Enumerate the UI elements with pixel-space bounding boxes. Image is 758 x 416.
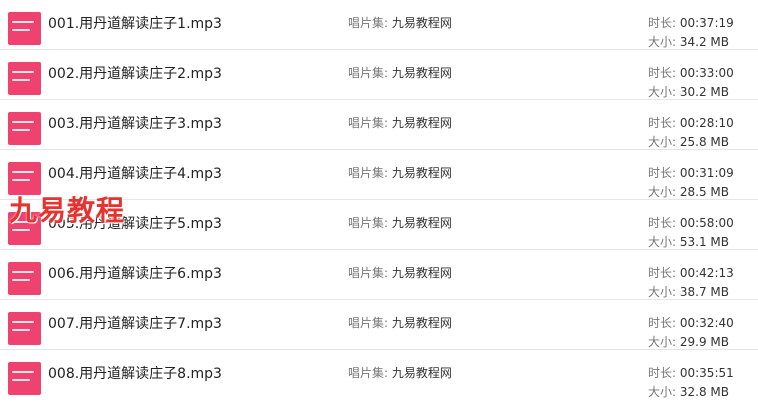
- track-duration: 时长: 00:28:10: [648, 114, 734, 131]
- duration-value: 00:37:19: [679, 16, 734, 30]
- album-value: 九易教程网: [391, 16, 452, 30]
- track-duration: 时长: 00:31:09: [648, 164, 734, 181]
- album-value: 九易教程网: [391, 116, 452, 130]
- duration-label: 时长:: [648, 66, 680, 80]
- track-row[interactable]: 001.用丹道解读庄子1.mp3 唱片集: 九易教程网 时长: 00:37:19…: [0, 0, 758, 50]
- duration-value: 00:33:00: [679, 66, 734, 80]
- size-label: 大小:: [648, 185, 680, 199]
- size-value: 29.9 MB: [679, 335, 729, 349]
- size-value: 28.5 MB: [679, 185, 729, 199]
- album-value: 九易教程网: [391, 366, 452, 380]
- track-album: 唱片集: 九易教程网: [348, 114, 452, 131]
- track-size: 大小: 29.9 MB: [648, 333, 729, 350]
- track-row[interactable]: 006.用丹道解读庄子6.mp3 唱片集: 九易教程网 时长: 00:42:13…: [0, 250, 758, 300]
- album-label: 唱片集:: [348, 266, 392, 280]
- size-label: 大小:: [648, 135, 680, 149]
- track-album: 唱片集: 九易教程网: [348, 14, 452, 31]
- track-row[interactable]: 002.用丹道解读庄子2.mp3 唱片集: 九易教程网 时长: 00:33:00…: [0, 50, 758, 100]
- track-title[interactable]: 001.用丹道解读庄子1.mp3: [48, 13, 222, 33]
- duration-value: 00:31:09: [679, 166, 734, 180]
- track-album: 唱片集: 九易教程网: [348, 264, 452, 281]
- album-label: 唱片集:: [348, 116, 392, 130]
- track-duration: 时长: 00:32:40: [648, 314, 734, 331]
- album-label: 唱片集:: [348, 66, 392, 80]
- size-label: 大小:: [648, 335, 680, 349]
- track-title[interactable]: 007.用丹道解读庄子7.mp3: [48, 313, 222, 333]
- duration-label: 时长:: [648, 166, 680, 180]
- duration-value: 00:35:51: [679, 366, 734, 380]
- album-label: 唱片集:: [348, 216, 392, 230]
- album-art-thumbnail: [8, 312, 41, 345]
- album-value: 九易教程网: [391, 316, 452, 330]
- track-title[interactable]: 006.用丹道解读庄子6.mp3: [48, 263, 222, 283]
- duration-label: 时长:: [648, 266, 680, 280]
- album-label: 唱片集:: [348, 366, 392, 380]
- duration-value: 00:28:10: [679, 116, 734, 130]
- duration-label: 时长:: [648, 116, 680, 130]
- track-duration: 时长: 00:37:19: [648, 14, 734, 31]
- track-size: 大小: 32.8 MB: [648, 383, 729, 400]
- track-album: 唱片集: 九易教程网: [348, 164, 452, 181]
- track-row[interactable]: 003.用丹道解读庄子3.mp3 唱片集: 九易教程网 时长: 00:28:10…: [0, 100, 758, 150]
- size-label: 大小:: [648, 385, 680, 399]
- album-art-thumbnail: [8, 362, 41, 395]
- size-label: 大小:: [648, 235, 680, 249]
- size-label: 大小:: [648, 85, 680, 99]
- track-title[interactable]: 004.用丹道解读庄子4.mp3: [48, 163, 222, 183]
- track-row[interactable]: 008.用丹道解读庄子8.mp3 唱片集: 九易教程网 时长: 00:35:51…: [0, 350, 758, 416]
- album-value: 九易教程网: [391, 66, 452, 80]
- size-label: 大小:: [648, 285, 680, 299]
- size-value: 30.2 MB: [679, 85, 729, 99]
- track-size: 大小: 34.2 MB: [648, 33, 729, 50]
- track-size: 大小: 25.8 MB: [648, 133, 729, 150]
- track-row[interactable]: 007.用丹道解读庄子7.mp3 唱片集: 九易教程网 时长: 00:32:40…: [0, 300, 758, 350]
- track-title[interactable]: 003.用丹道解读庄子3.mp3: [48, 113, 222, 133]
- track-album: 唱片集: 九易教程网: [348, 364, 452, 381]
- duration-label: 时长:: [648, 366, 680, 380]
- track-album: 唱片集: 九易教程网: [348, 214, 452, 231]
- size-value: 32.8 MB: [679, 385, 729, 399]
- duration-label: 时长:: [648, 16, 680, 30]
- album-value: 九易教程网: [391, 166, 452, 180]
- track-size: 大小: 53.1 MB: [648, 233, 729, 250]
- track-album: 唱片集: 九易教程网: [348, 64, 452, 81]
- size-value: 38.7 MB: [679, 285, 729, 299]
- album-art-thumbnail: [8, 12, 41, 45]
- track-title[interactable]: 002.用丹道解读庄子2.mp3: [48, 63, 222, 83]
- album-label: 唱片集:: [348, 166, 392, 180]
- size-value: 25.8 MB: [679, 135, 729, 149]
- track-size: 大小: 30.2 MB: [648, 83, 729, 100]
- watermark-text: 九易教程: [9, 194, 126, 227]
- track-size: 大小: 38.7 MB: [648, 283, 729, 300]
- duration-label: 时长:: [648, 316, 680, 330]
- size-label: 大小:: [648, 35, 680, 49]
- track-duration: 时长: 00:58:00: [648, 214, 734, 231]
- album-art-thumbnail: [8, 262, 41, 295]
- duration-label: 时长:: [648, 216, 680, 230]
- album-art-thumbnail: [8, 112, 41, 145]
- album-label: 唱片集:: [348, 316, 392, 330]
- duration-value: 00:58:00: [679, 216, 734, 230]
- duration-value: 00:32:40: [679, 316, 734, 330]
- track-duration: 时长: 00:42:13: [648, 264, 734, 281]
- track-album: 唱片集: 九易教程网: [348, 314, 452, 331]
- album-value: 九易教程网: [391, 266, 452, 280]
- album-label: 唱片集:: [348, 16, 392, 30]
- track-title[interactable]: 008.用丹道解读庄子8.mp3: [48, 363, 222, 383]
- track-duration: 时长: 00:35:51: [648, 364, 734, 381]
- size-value: 34.2 MB: [679, 35, 729, 49]
- duration-value: 00:42:13: [679, 266, 734, 280]
- track-duration: 时长: 00:33:00: [648, 64, 734, 81]
- size-value: 53.1 MB: [679, 235, 729, 249]
- album-value: 九易教程网: [391, 216, 452, 230]
- album-art-thumbnail: [8, 62, 41, 95]
- track-size: 大小: 28.5 MB: [648, 183, 729, 200]
